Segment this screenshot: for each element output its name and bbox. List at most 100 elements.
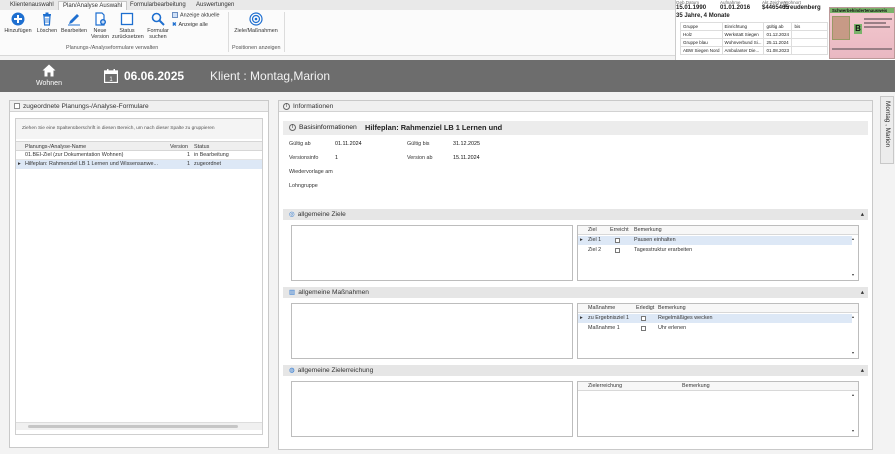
goal-achievement-notes-area[interactable] xyxy=(291,381,573,437)
goal-remark: Pausen einhalten xyxy=(634,237,676,243)
table-row[interactable]: ▸ Ziel 1 Pausen einhalten xyxy=(578,236,852,245)
tab-klientenauswahl[interactable]: Klientenauswahl xyxy=(6,1,58,10)
goals-section-header[interactable]: ◎ allgemeine Ziele ▴ xyxy=(283,209,868,220)
show-current-checkbox[interactable]: Anzeige aktuelle xyxy=(172,12,220,18)
vertical-scrollbar[interactable]: ▴ ▾ xyxy=(852,392,858,436)
wage-group-label: Lohngruppe xyxy=(289,183,318,189)
column-header-name[interactable]: Planungs-/Analyse-Name xyxy=(25,144,86,150)
target-icon xyxy=(249,12,263,26)
goal-achievement-section-header[interactable]: ◍ allgemeine Zielerreichung ▴ xyxy=(283,365,868,376)
column-header-version[interactable]: Version xyxy=(170,144,188,150)
measures-section-header[interactable]: ▥ allgemeine Maßnahmen ▴ xyxy=(283,287,868,298)
table-header-row: Gruppe Einrichtung gültig ab bis xyxy=(680,22,829,31)
tab-formularbearbeitung[interactable]: Formularbearbeitung xyxy=(126,1,190,10)
form-name: 01.BEI-Ziel (zur Dokumentation Wohnen) xyxy=(25,152,124,158)
form-status: zugeordnet xyxy=(194,161,221,167)
new-document-icon xyxy=(93,12,107,26)
goals-icon: ◎ xyxy=(289,211,295,218)
column-header-goal[interactable]: Ziel xyxy=(588,227,597,233)
assigned-forms-panel: zugeordnete Planungs-/Analyse-Formulare … xyxy=(9,100,269,448)
side-client-tab[interactable]: Montag , Marion xyxy=(880,96,894,164)
show-all-label: Anzeige alle xyxy=(178,22,208,28)
goals-notes-area[interactable] xyxy=(291,225,573,281)
info-icon: i xyxy=(289,124,296,131)
residence-value: Freudenberg xyxy=(784,5,821,11)
table-row[interactable]: ABW Siegen Nord Ambulanter Die... 01.08.… xyxy=(680,46,829,55)
done-checkbox[interactable] xyxy=(641,316,646,323)
assigned-forms-title: zugeordnete Planungs-/Analyse-Formulare xyxy=(23,103,149,110)
information-panel-header: i Informationen xyxy=(279,101,872,112)
scroll-down-icon[interactable]: ▾ xyxy=(852,272,854,277)
scroll-up-icon[interactable]: ▴ xyxy=(852,314,854,319)
add-button[interactable]: Hinzufügen xyxy=(4,12,32,34)
measure-remark: Uhr erlenen xyxy=(658,325,687,331)
scrollbar-thumb[interactable] xyxy=(28,425,238,428)
vertical-scrollbar[interactable]: ▴ ▾ xyxy=(852,236,858,280)
valid-until-value: 31.12.2025 xyxy=(453,141,480,147)
new-version-button[interactable]: Neue Version xyxy=(88,12,112,40)
search-form-button-label: Formular suchen xyxy=(147,28,169,40)
table-row[interactable]: ▸ Hilfeplan: Rahmenziel LB 1 Lernen und … xyxy=(16,160,262,169)
table-cell xyxy=(791,38,829,47)
show-all-checkbox[interactable]: ✖ Anzeige alle xyxy=(172,22,208,28)
table-cell xyxy=(791,30,829,39)
delete-button[interactable]: Löschen xyxy=(34,12,60,34)
table-row[interactable]: 01.BEI-Ziel (zur Dokumentation Wohnen) 1… xyxy=(16,151,262,160)
scroll-down-icon[interactable]: ▾ xyxy=(852,428,854,433)
scroll-down-icon[interactable]: ▾ xyxy=(852,350,854,355)
column-header-remark[interactable]: Bemerkung xyxy=(682,383,710,389)
tab-auswertungen[interactable]: Auswertungen xyxy=(192,1,238,10)
vertical-scrollbar[interactable]: ▴ ▾ xyxy=(852,314,858,358)
portrait-photo xyxy=(832,16,850,40)
version-info-value: 1 xyxy=(335,155,338,161)
table-row[interactable]: Gruppe blau Wohnverbund Si... 25.11.2024 xyxy=(680,38,829,47)
collapse-icon[interactable] xyxy=(14,103,20,110)
column-header-achievement[interactable]: Zielerreichung xyxy=(588,383,622,389)
column-header-done[interactable]: Erledigt xyxy=(636,305,654,311)
edit-button[interactable]: Bearbeiten xyxy=(60,12,88,34)
table-row[interactable]: Holz Werkstatt Siegen 01.12.2024 xyxy=(680,30,829,39)
column-header-status[interactable]: Status xyxy=(194,144,209,150)
achieved-checkbox[interactable] xyxy=(615,248,620,255)
achieved-checkbox[interactable] xyxy=(615,238,620,245)
search-form-button[interactable]: Formular suchen xyxy=(143,12,173,40)
information-panel: i Informationen i Basisinformationen Hilf… xyxy=(278,100,873,450)
home-button[interactable]: Wohnen xyxy=(34,64,64,87)
goal-name: Ziel 1 xyxy=(588,237,602,243)
column-header-remark[interactable]: Bemerkung xyxy=(634,227,662,233)
goal-remark: Tagesstruktur erarbeiten xyxy=(634,247,693,253)
ribbon-tab-bar: Klientenauswahl Plan/Analyse Auswahl For… xyxy=(0,0,675,10)
table-row[interactable]: Maßnahme 1 Uhr erlenen xyxy=(578,324,852,333)
age-value: 35 Jahre, 4 Monate xyxy=(676,13,730,19)
tab-plan-analyse-auswahl[interactable]: Plan/Analyse Auswahl xyxy=(58,1,128,10)
reset-status-button[interactable]: Status zurücksetzen xyxy=(112,12,144,40)
column-header-achieved[interactable]: Erreicht xyxy=(610,227,629,233)
collapse-arrow-icon[interactable]: ▴ xyxy=(861,365,864,376)
home-label: Wohnen xyxy=(36,80,62,87)
table-row[interactable]: Ziel 2 Tagesstruktur erarbeiten xyxy=(578,246,852,255)
goals-title: allgemeine Ziele xyxy=(297,211,346,218)
column-header-remark[interactable]: Bemerkung xyxy=(658,305,686,311)
collapse-arrow-icon[interactable]: ▴ xyxy=(861,287,864,298)
measures-icon: ▥ xyxy=(289,289,296,296)
table-cell: Ambulanter Die... xyxy=(721,46,765,55)
scroll-up-icon[interactable]: ▴ xyxy=(852,236,854,241)
row-pointer-icon: ▸ xyxy=(18,161,21,167)
collapse-arrow-icon[interactable]: ▴ xyxy=(861,209,864,220)
goals-measures-button[interactable]: Ziele/Maßnahmen xyxy=(232,12,280,34)
done-checkbox[interactable] xyxy=(641,326,646,333)
table-cell: ABW Siegen Nord xyxy=(680,46,723,55)
column-header-measure[interactable]: Maßnahme xyxy=(588,305,615,311)
show-current-label: Anzeige aktuelle xyxy=(180,12,220,19)
card-text-line xyxy=(864,26,890,28)
horizontal-scrollbar[interactable] xyxy=(16,422,262,430)
row-pointer-icon: ▸ xyxy=(580,315,583,321)
card-text-line xyxy=(864,22,886,24)
measures-notes-area[interactable] xyxy=(291,303,573,359)
admission-value: 01.01.2016 xyxy=(720,5,751,11)
measures-grid: Maßnahme Erledigt Bemerkung ▸ zu Ergebni… xyxy=(577,303,859,359)
trash-icon xyxy=(40,12,54,26)
scroll-up-icon[interactable]: ▴ xyxy=(852,392,854,397)
group-by-area[interactable]: Ziehen Sie eine Spaltenüberschrift in di… xyxy=(16,119,262,139)
table-row[interactable]: ▸ zu Ergebnisziel 1 Regelmäßiges wecken xyxy=(578,314,852,323)
